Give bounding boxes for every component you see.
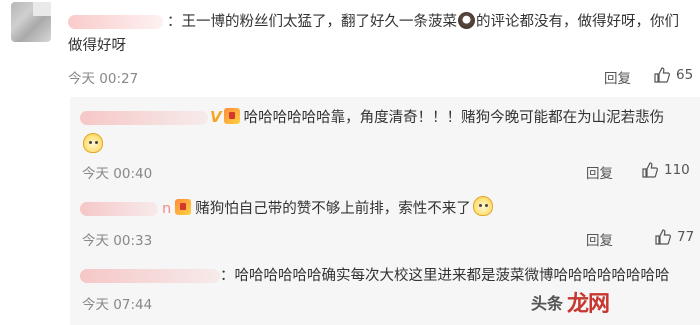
like-button[interactable]: 77 — [655, 229, 694, 245]
reply-body: ：哈哈哈哈哈哈确实每次大校这里进来都是菠菜微博哈哈哈哈哈哈哈哈 — [220, 268, 670, 284]
reply-body: 赌狗怕自己带的赞不够上前排，索性不来了 — [195, 201, 471, 217]
dog-emoji-icon — [472, 196, 493, 216]
vip-badge: V — [210, 108, 222, 126]
reply-text: ：哈哈哈哈哈哈确实每次大校这里进来都是菠菜微博哈哈哈哈哈哈哈哈 — [80, 264, 690, 288]
like-count: 65 — [676, 67, 694, 83]
reply-timestamp: 今天 00:40 — [82, 166, 153, 182]
commenter-name-blurred[interactable] — [68, 15, 163, 29]
watermark-prefix: 头条 — [531, 294, 564, 313]
thumbs-up-icon — [654, 67, 670, 83]
like-button[interactable]: 110 — [642, 162, 690, 178]
thumbs-up-icon — [655, 229, 671, 245]
reply-item: n 赌狗怕自己带的赞不够上前排，索性不来了 今天 00:33 回复 77 — [70, 194, 700, 264]
reply-button[interactable]: 回复 — [586, 229, 613, 249]
like-count: 110 — [664, 162, 690, 178]
main-comment: ：王一博的粉丝们太猛了，翻了好久一条菠菜 的评论都没有，做得好呀，你们做得好呀 今… — [0, 0, 700, 96]
reply-text: n 赌狗怕自己带的赞不够上前排，索性不来了 — [80, 196, 690, 221]
reply-author-blurred[interactable] — [80, 202, 158, 216]
watermark: 头条 龙网 — [531, 286, 610, 318]
reply-text: V 哈哈哈哈哈哈靠，角度清奇！！！赌狗今晚可能都在为山泥若悲伤 — [80, 105, 690, 130]
main-comment-body: ：王一博的粉丝们太猛了，翻了好久一条菠菜 — [167, 14, 457, 30]
reply-button[interactable]: 回复 — [586, 162, 613, 182]
watermark-logo: 龙网 — [567, 292, 610, 317]
reply-item: V 哈哈哈哈哈哈靠，角度清奇！！！赌狗今晚可能都在为山泥若悲伤 今天 00:40 … — [70, 97, 700, 194]
reply-timestamp: 今天 00:33 — [82, 233, 153, 249]
like-count: 77 — [677, 229, 695, 245]
reply-author-blurred[interactable] — [80, 111, 208, 125]
reply-author-blurred[interactable] — [80, 269, 220, 283]
thumbs-up-icon — [642, 162, 658, 178]
reply-button[interactable]: 回复 — [604, 67, 631, 87]
reply-author-suffix[interactable]: n — [162, 201, 171, 217]
like-button[interactable]: 65 — [654, 67, 693, 83]
reply-body: 哈哈哈哈哈哈靠，角度清奇！！！赌狗今晚可能都在为山泥若悲伤 — [243, 110, 665, 126]
reply-timestamp: 今天 07:44 — [82, 297, 153, 313]
fan-medal-icon — [175, 199, 192, 215]
fan-medal-icon — [223, 108, 240, 124]
main-comment-timestamp: 今天 00:27 — [68, 71, 139, 87]
main-comment-text: ：王一博的粉丝们太猛了，翻了好久一条菠菜 的评论都没有，做得好呀，你们做得好呀 — [68, 10, 693, 58]
ghost-emoji-icon — [458, 12, 475, 29]
dog-emoji-icon — [82, 133, 104, 154]
avatar[interactable] — [11, 2, 51, 42]
